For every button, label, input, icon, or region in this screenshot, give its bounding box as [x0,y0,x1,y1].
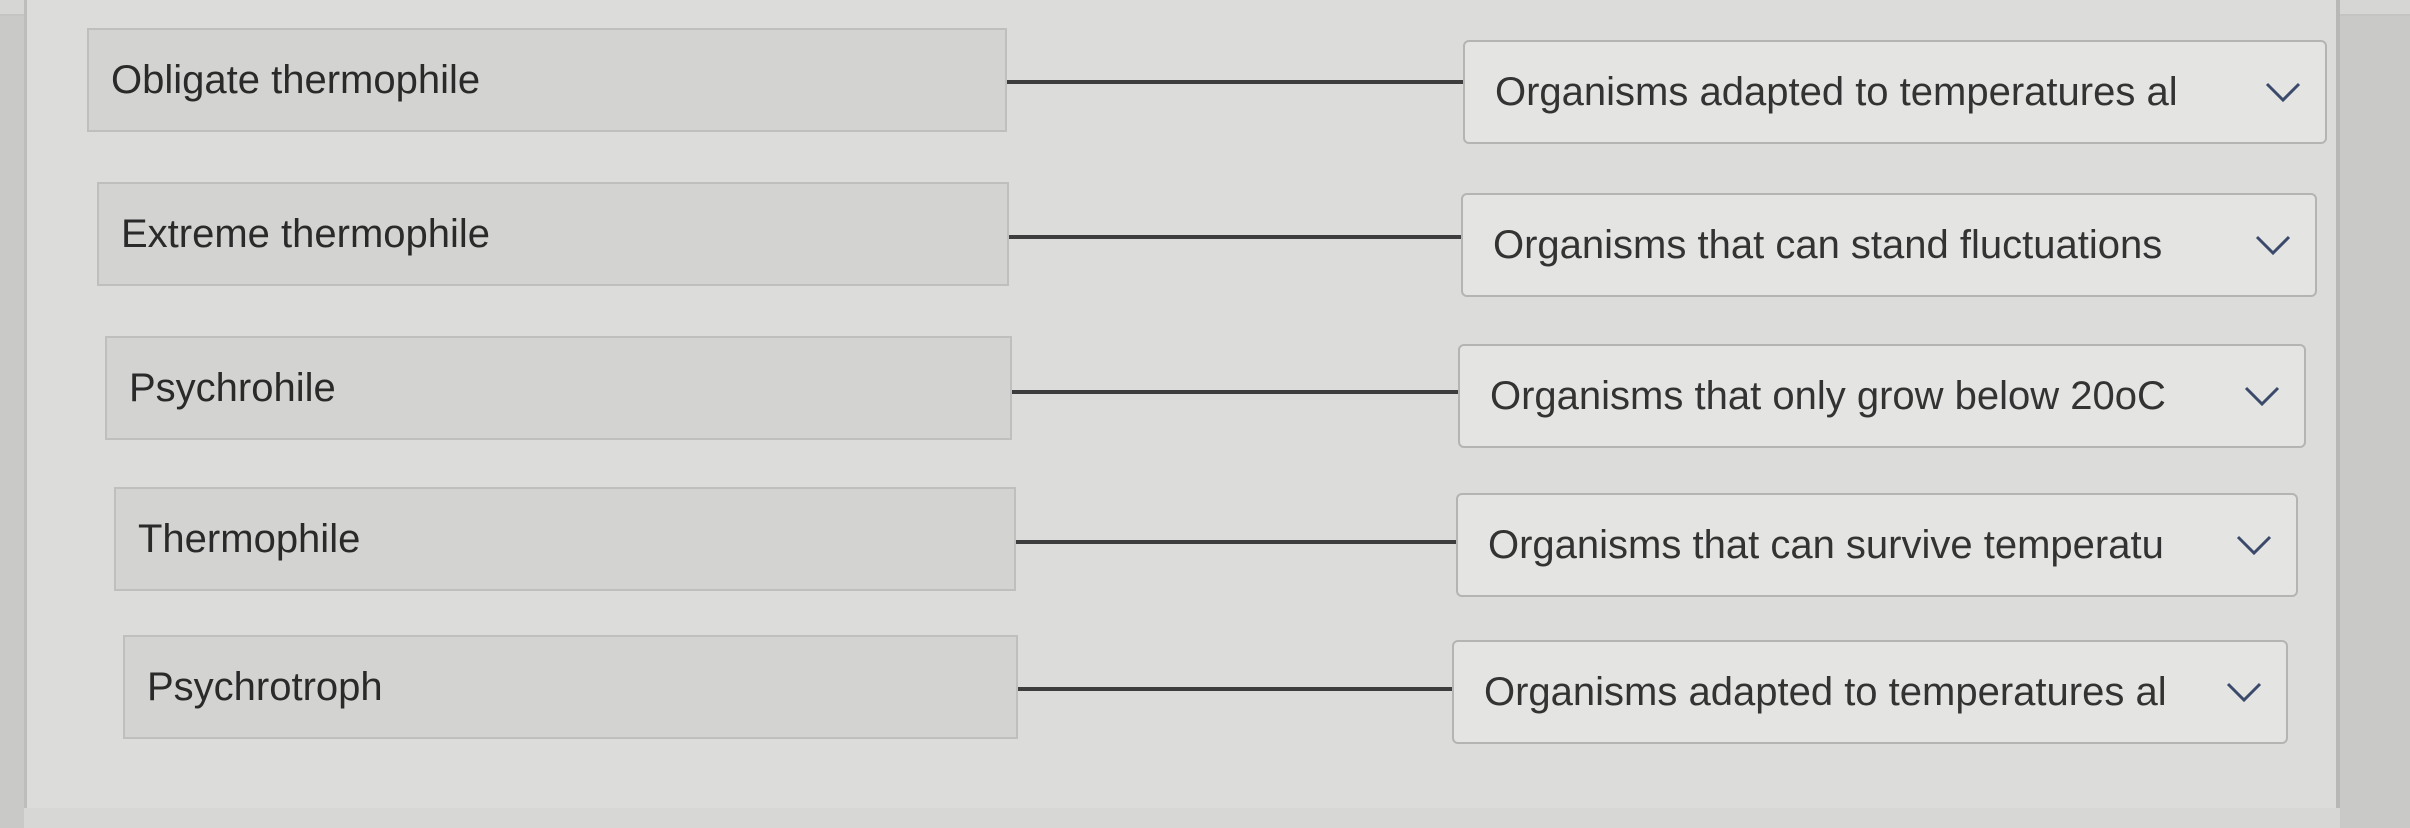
dropdown-value: Organisms that can survive temperatu [1488,522,2164,567]
match-connector [1012,390,1458,394]
dropdown-value: Organisms that only grow below 20oC [1490,373,2166,418]
match-connector [1009,235,1461,239]
match-connector [1016,540,1456,544]
dropdown-value: Organisms adapted to temperatures al [1495,69,2178,114]
answer-dropdown-2[interactable]: Organisms that can stand fluctuations [1461,193,2317,297]
match-connector [1018,687,1452,691]
chevron-down-icon [2222,680,2266,704]
term-label: Thermophile [138,516,361,561]
term-thermophile: Thermophile [114,487,1016,591]
term-label: Psychrotroph [147,664,383,709]
dropdown-value: Organisms that can stand fluctuations [1493,222,2163,267]
chevron-down-icon [2232,533,2276,557]
answer-dropdown-4[interactable]: Organisms that can survive temperatu [1456,493,2298,597]
term-extreme-thermophile: Extreme thermophile [97,182,1009,286]
answer-dropdown-1[interactable]: Organisms adapted to temperatures al [1463,40,2327,144]
answer-dropdown-3[interactable]: Organisms that only grow below 20oC [1458,344,2306,448]
chevron-down-icon [2240,384,2284,408]
dropdown-value: Organisms adapted to temperatures al [1484,669,2167,714]
term-obligate-thermophile: Obligate thermophile [87,28,1007,132]
term-label: Extreme thermophile [121,211,491,256]
answer-dropdown-5[interactable]: Organisms adapted to temperatures al [1452,640,2288,744]
term-label: Obligate thermophile [111,57,481,102]
term-psychrotroph: Psychrotroph [123,635,1018,739]
term-label: Psychrohile [129,365,336,410]
chevron-down-icon [2261,80,2305,104]
chevron-down-icon [2251,233,2295,257]
match-connector [1007,80,1463,84]
bottom-strip [24,808,2340,828]
term-psychrohile: Psychrohile [105,336,1012,440]
